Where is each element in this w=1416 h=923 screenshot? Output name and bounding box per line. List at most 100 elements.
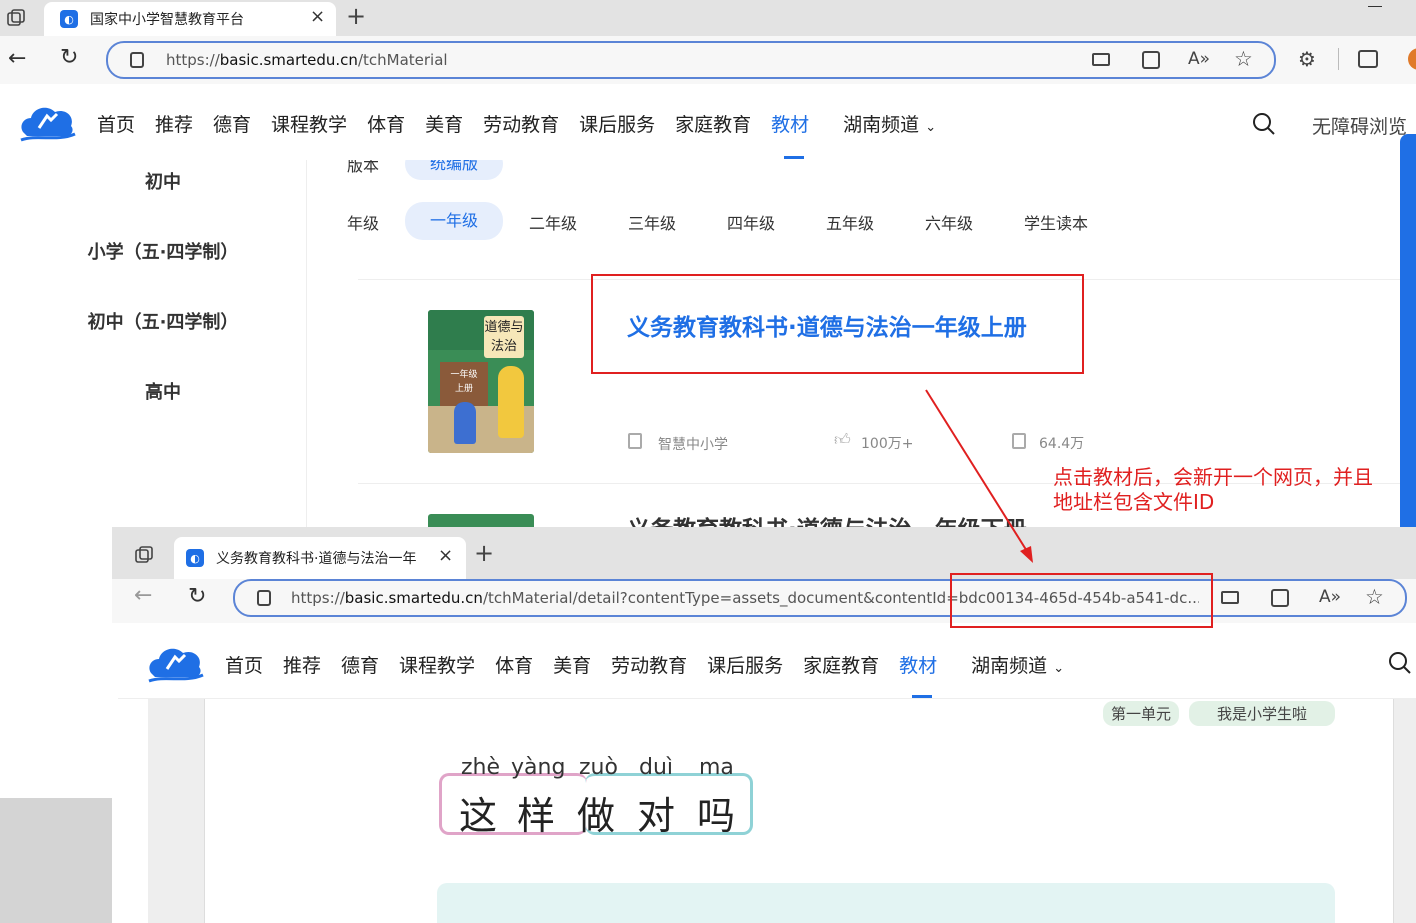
cover-title-box: 道德与法治 [484,316,524,358]
site-logo-icon[interactable] [17,98,77,142]
nav-courses[interactable]: 课程教学 [271,110,347,137]
annotation-text: 点击教材后，会新开一个网页，并且 地址栏包含文件ID [1053,465,1373,514]
nav-arts[interactable]: 美育 [553,651,591,678]
cover-figure-child [454,402,476,444]
version-chip[interactable]: 统编版 [405,160,503,180]
new-tab-icon[interactable]: + [346,2,366,30]
nav-sports[interactable]: 体育 [495,651,533,678]
site-header: 首页 推荐 德育 课程教学 体育 美育 劳动教育 课后服务 家庭教育 教材 湖南… [118,623,1416,699]
sidebar-item-junior-54[interactable]: 初中（五·四学制） [19,308,307,334]
nav-afterschool[interactable]: 课后服务 [707,651,783,678]
pinyin-4: duì [639,755,674,780]
toolbar-divider [1338,48,1339,70]
nav-labor[interactable]: 劳动教育 [483,110,559,137]
pinyin-2: yàng [511,755,566,780]
nav-family[interactable]: 家庭教育 [675,110,751,137]
nav-home[interactable]: 首页 [97,110,135,137]
tab-textbook-detail[interactable]: ◐ 义务教育教科书·道德与法治一年 × [174,537,466,579]
nav-labor[interactable]: 劳动教育 [611,651,687,678]
minimize-icon[interactable] [1368,6,1382,7]
search-icon[interactable] [1388,651,1412,675]
cover-figure-teacher [498,366,524,438]
favorite-star-icon[interactable]: ☆ [1365,585,1384,609]
profile-avatar[interactable] [1408,48,1416,70]
nav-arts[interactable]: 美育 [425,110,463,137]
address-bar[interactable]: https://basic.smartedu.cn/tchMaterial/de… [233,579,1407,617]
split-screen-icon[interactable] [1358,50,1378,68]
lock-icon[interactable] [130,52,144,68]
nav-active-underline [912,695,932,698]
view-icon [1012,433,1026,449]
read-aloud-icon[interactable]: A» [1319,587,1341,607]
workspaces-icon[interactable] [6,8,26,28]
pinyin-3: zuò [579,755,618,780]
title-char-2: 样 [517,794,556,838]
address-bar[interactable]: https://basic.smartedu.cn/tchMaterial A»… [106,41,1276,79]
device-icon[interactable] [1092,53,1110,66]
version-label: 版本 [347,160,380,175]
site-logo-icon[interactable] [145,639,205,683]
highlight-box-url-id [950,573,1213,628]
nav-recommend[interactable]: 推荐 [283,651,321,678]
desktop-background [0,798,112,923]
search-icon[interactable] [1252,112,1276,136]
nav-home[interactable]: 首页 [225,651,263,678]
nav-family[interactable]: 家庭教育 [803,651,879,678]
refresh-icon[interactable]: ↻ [188,584,206,609]
nav-sports[interactable]: 体育 [367,110,405,137]
nav-textbooks[interactable]: 教材 [771,110,809,137]
site-header: 首页 推荐 德育 课程教学 体育 美育 劳动教育 课后服务 家庭教育 教材 湖南… [0,84,1416,160]
nav-courses[interactable]: 课程教学 [399,651,475,678]
lock-icon[interactable] [257,590,271,606]
back-icon[interactable]: ← [8,46,26,71]
workspaces-icon[interactable] [134,545,154,565]
tab-title: 国家中小学智慧教育平台 [90,12,244,28]
book-cover[interactable]: 道德与法治 一年级 上册 [428,310,534,453]
grade-label: 年级 [347,214,380,233]
book-cover-2[interactable] [428,514,534,527]
grade-chip-1[interactable]: 一年级 [405,202,503,240]
apps-icon[interactable] [1142,51,1160,69]
publisher-icon [628,433,642,449]
accessibility-link[interactable]: 无障碍浏览 [1312,112,1407,139]
title-char-1: 这 [459,794,498,838]
sidebar-item-primary-54[interactable]: 小学（五·四学制） [19,238,307,264]
read-aloud-icon[interactable]: A» [1188,49,1210,69]
nav-region-dropdown[interactable]: 湖南频道 ⌄ [971,651,1064,678]
nav-textbooks[interactable]: 教材 [899,651,937,678]
new-tab-icon[interactable]: + [474,539,494,567]
grade-chip-5[interactable]: 五年级 [826,210,874,234]
close-tab-icon[interactable]: × [438,545,453,566]
close-tab-icon[interactable]: × [310,6,325,27]
nav-afterschool[interactable]: 课后服务 [579,110,655,137]
grade-chip-3[interactable]: 三年级 [628,210,676,234]
extensions-icon[interactable]: ⚙ [1298,47,1316,71]
grade-chip-reader[interactable]: 学生读本 [1024,210,1088,234]
title-char-3: 做 [577,794,616,838]
site-favicon-icon: ◐ [186,549,204,567]
url-text[interactable]: https://basic.smartedu.cn/tchMaterial [166,51,448,69]
sidebar-item-senior[interactable]: 高中 [19,378,307,404]
grade-chip-2[interactable]: 二年级 [529,210,577,234]
sidebar-item-junior[interactable]: 初中 [19,168,307,194]
book2-title-link[interactable]: 义务教育教科书·道德与法治一年级下册 [627,510,1027,527]
nav-moral[interactable]: 德育 [213,110,251,137]
chevron-down-icon: ⌄ [1053,661,1065,676]
nav-active-underline [784,156,804,159]
grade-chip-4[interactable]: 四年级 [727,210,775,234]
view-count: 64.4万 [1039,436,1085,452]
device-icon[interactable] [1221,591,1239,604]
apps-icon[interactable] [1271,589,1289,607]
back-icon[interactable]: ← [134,583,152,608]
nav-moral[interactable]: 德育 [341,651,379,678]
like-icon[interactable]: 👍︎ [834,430,851,450]
tab-smartedu[interactable]: ◐ 国家中小学智慧教育平台 × [44,2,336,36]
nav-region-dropdown[interactable]: 湖南频道 ⌄ [843,110,936,137]
nav-recommend[interactable]: 推荐 [155,110,193,137]
browser-window-detail: ◐ 义务教育教科书·道德与法治一年 × + ← ↻ https://basic.… [112,527,1416,923]
refresh-icon[interactable]: ↻ [60,45,78,70]
grade-chip-6[interactable]: 六年级 [925,210,973,234]
browser-toolbar: ← ↻ https://basic.smartedu.cn/tchMateria… [0,36,1416,84]
publisher-name: 智慧中小学 [658,437,728,453]
favorite-star-icon[interactable]: ☆ [1234,47,1253,71]
